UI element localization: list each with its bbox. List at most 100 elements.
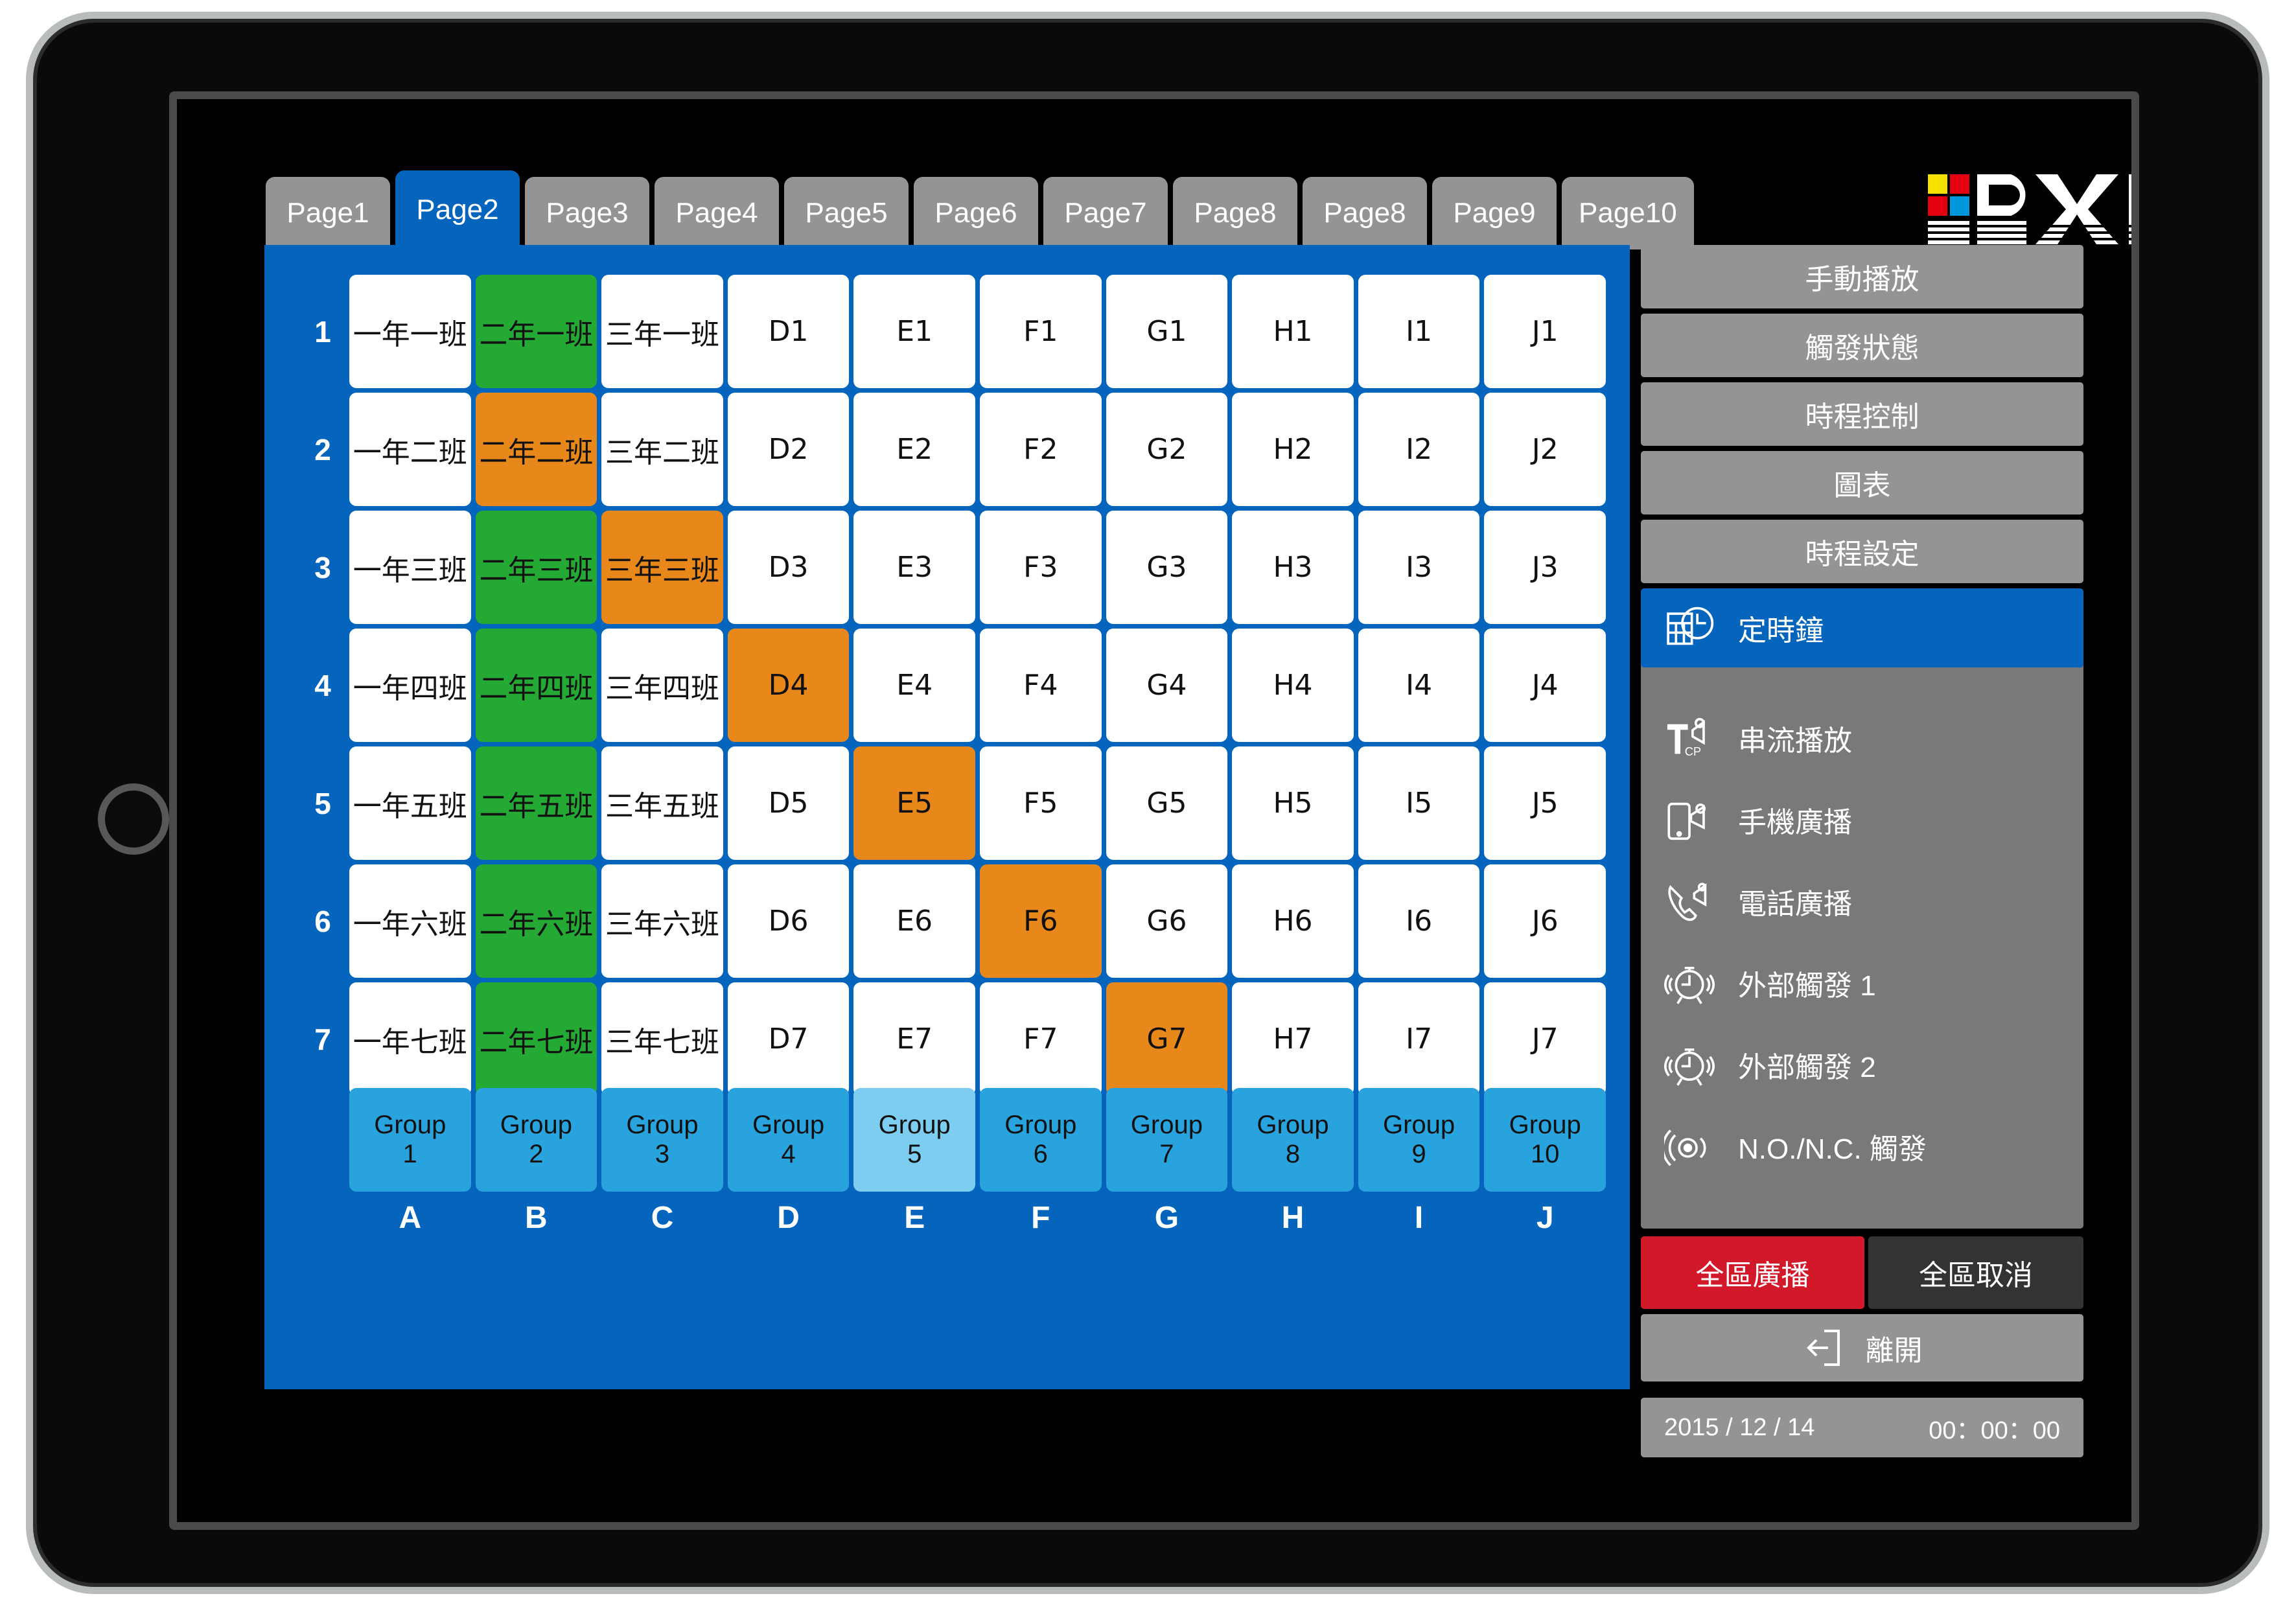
zone-cell[interactable]: J5 <box>1484 746 1606 860</box>
zone-cell[interactable]: 一年五班 <box>349 746 471 860</box>
zone-cell[interactable]: D5 <box>727 746 850 860</box>
page-tab[interactable]: Page1 <box>266 177 390 249</box>
zone-cell[interactable]: H2 <box>1232 393 1354 506</box>
sidebar-source-item[interactable]: 外部觸發 2 <box>1641 1025 2083 1104</box>
page-tab[interactable]: Page5 <box>784 177 909 249</box>
zone-cell[interactable]: 二年一班 <box>475 275 597 388</box>
zone-cell[interactable]: G1 <box>1106 275 1228 388</box>
zone-cell[interactable]: 一年七班 <box>349 982 471 1096</box>
cancel-all-button[interactable]: 全區取消 <box>1868 1236 2083 1309</box>
zone-cell[interactable]: J1 <box>1484 275 1606 388</box>
zone-cell[interactable]: F2 <box>980 393 1102 506</box>
page-tab[interactable]: Page8 <box>1303 177 1427 249</box>
zone-cell[interactable]: F5 <box>980 746 1102 860</box>
zone-cell[interactable]: H6 <box>1232 864 1354 978</box>
zone-cell[interactable]: F3 <box>980 511 1102 624</box>
zone-cell[interactable]: I3 <box>1358 511 1480 624</box>
page-tab[interactable]: Page3 <box>525 177 649 249</box>
zone-cell[interactable]: G4 <box>1106 629 1228 742</box>
zone-cell[interactable]: H4 <box>1232 629 1354 742</box>
zone-cell[interactable]: I4 <box>1358 629 1480 742</box>
zone-cell[interactable]: G6 <box>1106 864 1228 978</box>
sidebar-button[interactable]: 時程控制 <box>1641 382 2083 446</box>
zone-cell[interactable]: D7 <box>727 982 850 1096</box>
zone-cell[interactable]: E6 <box>853 864 975 978</box>
broadcast-all-button[interactable]: 全區廣播 <box>1641 1236 1864 1309</box>
zone-cell[interactable]: D3 <box>727 511 850 624</box>
zone-cell[interactable]: I5 <box>1358 746 1480 860</box>
zone-cell[interactable]: I7 <box>1358 982 1480 1096</box>
group-button[interactable]: Group 3 <box>601 1088 723 1192</box>
group-button[interactable]: Group 7 <box>1106 1088 1228 1192</box>
sidebar-button[interactable]: 觸發狀態 <box>1641 314 2083 377</box>
zone-cell[interactable]: D1 <box>727 275 850 388</box>
home-button[interactable] <box>98 783 169 855</box>
zone-cell[interactable]: H5 <box>1232 746 1354 860</box>
zone-cell[interactable]: J2 <box>1484 393 1606 506</box>
zone-cell[interactable]: E4 <box>853 629 975 742</box>
zone-cell[interactable]: H7 <box>1232 982 1354 1096</box>
zone-cell[interactable]: F1 <box>980 275 1102 388</box>
zone-cell[interactable]: D2 <box>727 393 850 506</box>
zone-cell[interactable]: E1 <box>853 275 975 388</box>
zone-cell[interactable]: 二年三班 <box>475 511 597 624</box>
group-button[interactable]: Group 8 <box>1232 1088 1354 1192</box>
group-button[interactable]: Group 5 <box>853 1088 975 1192</box>
page-tab-active[interactable]: Page2 <box>395 170 520 249</box>
sidebar-source-item[interactable]: 定時鐘 <box>1641 588 2083 667</box>
zone-cell[interactable]: 二年四班 <box>475 629 597 742</box>
zone-cell[interactable]: 二年六班 <box>475 864 597 978</box>
zone-cell[interactable]: E2 <box>853 393 975 506</box>
page-tab[interactable]: Page8 <box>1173 177 1297 249</box>
sidebar-source-item[interactable]: 電話廣播 <box>1641 862 2083 941</box>
zone-cell[interactable]: J7 <box>1484 982 1606 1096</box>
sidebar-button[interactable]: 時程設定 <box>1641 520 2083 583</box>
zone-cell[interactable]: J6 <box>1484 864 1606 978</box>
sidebar-source-item[interactable]: CP 串流播放 <box>1641 699 2083 778</box>
group-button[interactable]: Group 9 <box>1358 1088 1480 1192</box>
page-tab[interactable]: Page6 <box>914 177 1038 249</box>
zone-cell[interactable]: F6 <box>980 864 1102 978</box>
zone-cell[interactable]: G3 <box>1106 511 1228 624</box>
page-tab[interactable]: Page4 <box>655 177 779 249</box>
zone-cell[interactable]: H3 <box>1232 511 1354 624</box>
zone-cell[interactable]: 三年一班 <box>601 275 723 388</box>
group-button[interactable]: Group 10 <box>1484 1088 1606 1192</box>
zone-cell[interactable]: G2 <box>1106 393 1228 506</box>
sidebar-source-item[interactable]: 外部觸發 1 <box>1641 943 2083 1023</box>
zone-cell[interactable]: 一年二班 <box>349 393 471 506</box>
zone-cell[interactable]: E7 <box>853 982 975 1096</box>
zone-cell[interactable]: 一年四班 <box>349 629 471 742</box>
sidebar-source-item[interactable]: 手機廣播 <box>1641 780 2083 859</box>
zone-cell[interactable]: 三年五班 <box>601 746 723 860</box>
group-button[interactable]: Group 4 <box>727 1088 850 1192</box>
zone-cell[interactable]: 一年三班 <box>349 511 471 624</box>
zone-cell[interactable]: 二年二班 <box>475 393 597 506</box>
zone-cell[interactable]: 三年六班 <box>601 864 723 978</box>
zone-cell[interactable]: 三年四班 <box>601 629 723 742</box>
zone-cell[interactable]: G7 <box>1106 982 1228 1096</box>
zone-cell[interactable]: G5 <box>1106 746 1228 860</box>
zone-cell[interactable]: I6 <box>1358 864 1480 978</box>
zone-cell[interactable]: E3 <box>853 511 975 624</box>
zone-cell[interactable]: 一年一班 <box>349 275 471 388</box>
page-tab[interactable]: Page7 <box>1043 177 1168 249</box>
zone-cell[interactable]: 一年六班 <box>349 864 471 978</box>
zone-cell[interactable]: D4 <box>727 629 850 742</box>
zone-cell[interactable]: 二年五班 <box>475 746 597 860</box>
sidebar-button[interactable]: 手動播放 <box>1641 245 2083 308</box>
zone-cell[interactable]: E5 <box>853 746 975 860</box>
sidebar-source-item[interactable]: N.O./N.C. 觸發 <box>1641 1107 2083 1186</box>
zone-cell[interactable]: H1 <box>1232 275 1354 388</box>
group-button[interactable]: Group 1 <box>349 1088 471 1192</box>
zone-cell[interactable]: I2 <box>1358 393 1480 506</box>
zone-cell[interactable]: 二年七班 <box>475 982 597 1096</box>
group-button[interactable]: Group 6 <box>980 1088 1102 1192</box>
zone-cell[interactable]: 三年七班 <box>601 982 723 1096</box>
sidebar-button[interactable]: 圖表 <box>1641 451 2083 514</box>
zone-cell[interactable]: D6 <box>727 864 850 978</box>
zone-cell[interactable]: I1 <box>1358 275 1480 388</box>
page-tab[interactable]: Page10 <box>1562 177 1694 249</box>
zone-cell[interactable]: F7 <box>980 982 1102 1096</box>
zone-cell[interactable]: F4 <box>980 629 1102 742</box>
